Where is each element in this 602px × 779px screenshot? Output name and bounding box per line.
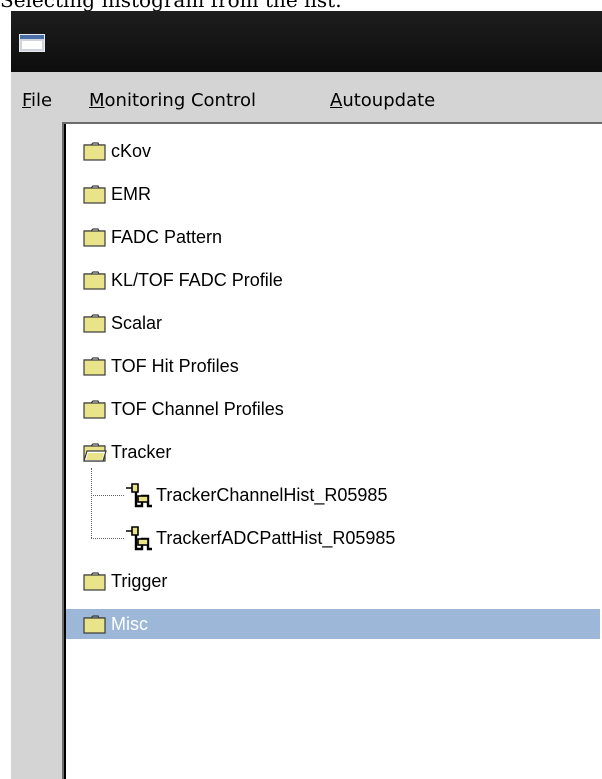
- menu-monitoring-mnemonic: M: [89, 90, 105, 111]
- tree-folder-fadc-pattern[interactable]: FADC Pattern: [66, 222, 600, 252]
- folder-icon: [83, 228, 106, 247]
- menu-monitoring-label: onitoring Control: [104, 90, 257, 111]
- tree-folder-label: TOF Channel Profiles: [111, 398, 284, 419]
- tree-folder-scalar[interactable]: Scalar: [66, 308, 600, 338]
- tree-folder-label: cKov: [111, 140, 152, 161]
- tree-folder-label: TOF Hit Profiles: [111, 355, 239, 376]
- tree-histogram-label: TrackerChannelHist_R05985: [156, 484, 388, 505]
- folder-icon: [83, 142, 106, 161]
- menu-bar: File Monitoring Control Autoupdate: [11, 72, 602, 122]
- tree-folder-label: Misc: [111, 613, 148, 634]
- tree-folder-misc[interactable]: Misc: [66, 609, 600, 639]
- tree-folder-label: FADC Pattern: [111, 226, 223, 247]
- folder-icon: [83, 400, 106, 419]
- histogram-icon: [126, 483, 152, 508]
- folder-icon: [83, 185, 106, 204]
- tree-folder-ckov[interactable]: cKov: [66, 136, 600, 166]
- folder-icon: [83, 271, 106, 290]
- tree-folder-tof-hit-profiles[interactable]: TOF Hit Profiles: [66, 351, 600, 381]
- menu-autoupdate-label: utoupdate: [342, 90, 436, 111]
- tree-connector-vertical: [91, 468, 92, 538]
- folder-icon: [83, 357, 106, 376]
- window-icon[interactable]: [19, 34, 45, 52]
- tree-folder-trigger[interactable]: Trigger: [66, 566, 600, 596]
- tree-connector-horizontal: [91, 538, 124, 539]
- menu-file-label: ile: [31, 90, 53, 111]
- menu-file[interactable]: File: [22, 86, 52, 115]
- tree-folder-emr[interactable]: EMR: [66, 179, 600, 209]
- folder-icon: [83, 314, 106, 333]
- tree-folder-label: EMR: [111, 183, 151, 204]
- menu-file-mnemonic: F: [22, 90, 32, 111]
- tree-folder-tof-channel-profiles[interactable]: TOF Channel Profiles: [66, 394, 600, 424]
- folder-icon: [83, 572, 106, 591]
- tree-folder-kl-tof-fadc-profile[interactable]: KL/TOF FADC Profile: [66, 265, 600, 295]
- app-window: File Monitoring Control Autoupdate cKov E…: [11, 11, 602, 779]
- menu-autoupdate-mnemonic: A: [330, 90, 343, 111]
- histogram-icon: [126, 526, 152, 551]
- tree-folder-label: Tracker: [111, 441, 172, 462]
- folder-icon: [83, 615, 106, 634]
- tree-connector-horizontal: [91, 495, 124, 496]
- tree-folder-tracker[interactable]: Tracker: [66, 437, 600, 467]
- tree-histogram-item[interactable]: TrackerChannelHist_R05985: [124, 480, 387, 510]
- menu-autoupdate[interactable]: Autoupdate: [330, 86, 435, 115]
- title-bar: [11, 11, 602, 72]
- tree-folder-label: Trigger: [111, 570, 168, 591]
- menu-monitoring-control[interactable]: Monitoring Control: [89, 86, 256, 115]
- folder-open-icon: [83, 443, 107, 462]
- tree-histogram-item[interactable]: TrackerfADCPattHist_R05985: [124, 523, 395, 553]
- tree-folder-label: Scalar: [111, 312, 163, 333]
- tree-folder-label: KL/TOF FADC Profile: [111, 269, 283, 290]
- histogram-tree[interactable]: cKov EMR FADC Pattern KL/TOF FADC Profile Sc…: [62, 122, 602, 779]
- page-caption: Selecting histogram from the list.: [0, 0, 342, 12]
- tree-histogram-label: TrackerfADCPattHist_R05985: [156, 527, 396, 548]
